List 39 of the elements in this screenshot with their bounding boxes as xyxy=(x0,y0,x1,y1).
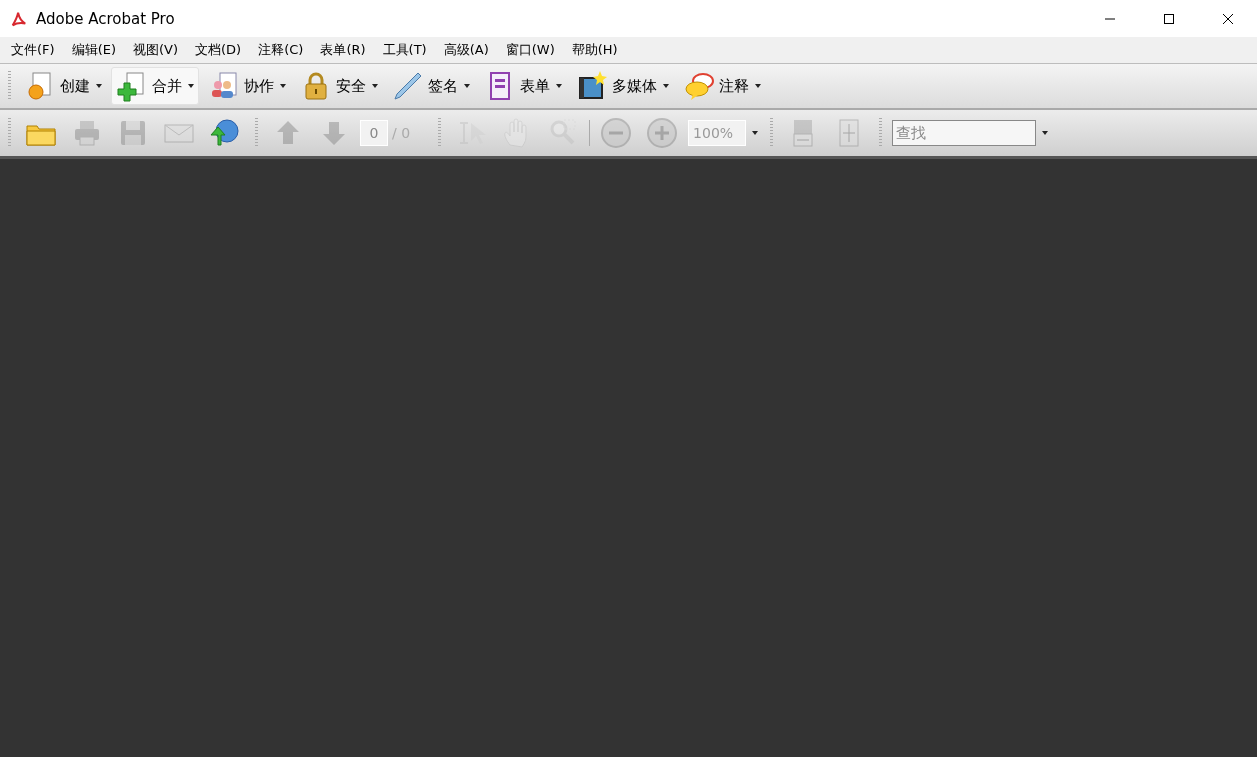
menu-item[interactable]: 文档(D) xyxy=(188,41,249,59)
dropdown-button[interactable] xyxy=(750,129,761,137)
task-button[interactable]: 注释 xyxy=(678,67,766,105)
task-button[interactable]: 签名 xyxy=(387,67,475,105)
close-icon xyxy=(1221,12,1234,25)
caret-icon xyxy=(1042,131,1049,135)
menu-item[interactable]: 视图(V) xyxy=(126,41,186,59)
caret-icon xyxy=(188,84,194,88)
menu-item[interactable]: 文件(F) xyxy=(4,41,62,59)
task-button[interactable]: 表单 xyxy=(479,67,567,105)
caret-icon xyxy=(280,84,286,88)
speech-bubbles-icon xyxy=(683,70,715,102)
menu-item[interactable]: 注释(C) xyxy=(251,41,311,59)
caret-icon xyxy=(96,84,102,88)
zoom-out-icon xyxy=(600,117,633,149)
menu-item[interactable]: 高级(A) xyxy=(436,41,496,59)
pen-icon xyxy=(392,70,424,102)
zoom-in-icon xyxy=(646,117,679,149)
globe-upload-icon xyxy=(209,117,241,149)
maximize-icon xyxy=(1162,12,1175,25)
dropdown-button[interactable] xyxy=(1040,129,1051,137)
caret-icon xyxy=(752,131,759,135)
menu-item[interactable]: 工具(T) xyxy=(375,41,434,59)
task-button[interactable]: 协作 xyxy=(203,67,291,105)
caret-icon xyxy=(663,84,669,88)
task-button[interactable]: 多媒体 xyxy=(571,67,674,105)
menu-item[interactable]: 窗口(W) xyxy=(498,41,562,59)
search-field[interactable]: 查找 xyxy=(892,120,1037,146)
menu-item[interactable]: 表单(R) xyxy=(313,41,373,59)
caret-icon xyxy=(464,84,470,88)
menu-item[interactable]: 帮助(H) xyxy=(564,41,625,59)
task-button[interactable]: 创建 xyxy=(19,67,107,105)
task-button[interactable]: 合并 xyxy=(111,67,199,105)
caret-icon xyxy=(556,84,562,88)
window-title: Adobe Acrobat Pro xyxy=(36,9,175,28)
caret-icon xyxy=(755,84,761,88)
menu-item[interactable]: 编辑(E) xyxy=(64,41,123,59)
task-button[interactable]: 安全 xyxy=(295,67,383,105)
caret-icon xyxy=(372,84,378,88)
